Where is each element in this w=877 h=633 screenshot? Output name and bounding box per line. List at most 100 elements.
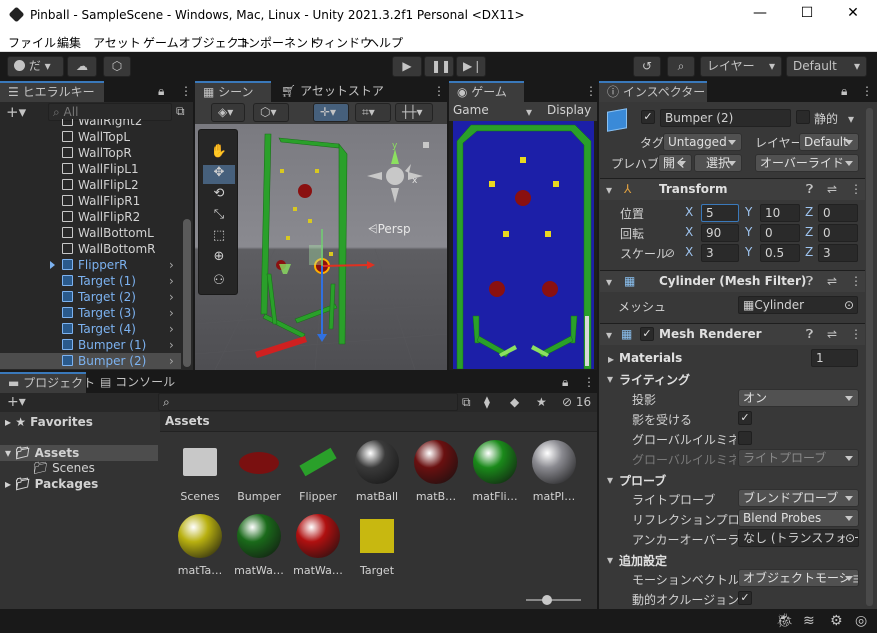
object-picker-icon[interactable]: ⊙ bbox=[844, 530, 855, 546]
prefab-override-dropdown[interactable]: オーバーライド bbox=[755, 154, 859, 172]
static-checkbox[interactable] bbox=[796, 110, 810, 124]
prefab-open-arrow-icon[interactable]: › bbox=[169, 305, 174, 321]
hierarchy-item[interactable]: Target (4) › bbox=[0, 321, 181, 337]
hierarchy-item[interactable]: WallTopR bbox=[0, 145, 181, 161]
tree-assets[interactable]: ▾ 📁︎ Assets bbox=[0, 445, 158, 461]
gizmo-toggle[interactable]: ✛▾ bbox=[313, 103, 349, 122]
tab-project[interactable]: ▬ プロジェクト bbox=[0, 372, 95, 393]
scale-y-field[interactable]: 0.5 bbox=[760, 244, 800, 262]
probes-section[interactable]: プローブ bbox=[619, 472, 666, 489]
filter-label-icon[interactable]: ◆ bbox=[510, 396, 519, 408]
layers-status-icon[interactable]: ≋ bbox=[803, 614, 815, 628]
position-x-field[interactable]: 5 bbox=[701, 204, 739, 222]
tool-rotate-icon[interactable]: ⟲ bbox=[203, 186, 235, 205]
hidden-packages-icon[interactable]: ⊘ 16 bbox=[562, 396, 591, 408]
help-icon[interactable]: ❓︎ bbox=[806, 275, 813, 287]
create-icon[interactable]: +▾ bbox=[7, 395, 26, 409]
lighting-section[interactable]: ライティング bbox=[619, 371, 690, 388]
materials-count-field[interactable]: 1 bbox=[811, 349, 858, 367]
bug-icon[interactable]: 🐞︎ bbox=[776, 614, 794, 628]
presets-icon[interactable]: ⇌ bbox=[827, 328, 837, 340]
hierarchy-item[interactable]: WallRight2 bbox=[0, 119, 181, 129]
hierarchy-item[interactable]: Target (3) › bbox=[0, 305, 181, 321]
asset-item[interactable]: Bumper bbox=[229, 440, 289, 503]
filter-type-icon[interactable]: ⧫ bbox=[484, 396, 490, 408]
draw-mode-dropdown[interactable]: ◈▾ bbox=[211, 103, 245, 122]
zoom-slider-handle[interactable] bbox=[542, 595, 552, 605]
prefab-open-arrow-icon[interactable]: › bbox=[169, 289, 174, 305]
display-dropdown[interactable]: Display bbox=[547, 103, 591, 117]
game-view-dropdown[interactable]: Game bbox=[453, 103, 489, 117]
position-y-field[interactable]: 10 bbox=[760, 204, 800, 222]
hierarchy-scrollbar[interactable] bbox=[183, 219, 191, 367]
prefab-open-arrow-icon[interactable]: › bbox=[169, 337, 174, 353]
hierarchy-item[interactable]: Bumper (2) › bbox=[0, 353, 181, 369]
project-search-input[interactable]: ⌕ bbox=[158, 393, 458, 411]
dynamic-occlusion-checkbox[interactable]: ✓ bbox=[738, 591, 752, 605]
reflection-probes-dropdown[interactable]: Blend Probes bbox=[738, 509, 859, 527]
foldout-arrow-icon[interactable]: ▾ bbox=[606, 184, 612, 196]
cloud-button[interactable]: ☁ bbox=[67, 56, 97, 77]
object-picker-icon[interactable]: ⊙ bbox=[844, 297, 854, 313]
play-button[interactable]: ▶ bbox=[392, 56, 422, 77]
tool-view-icon[interactable]: ✋ bbox=[203, 144, 235, 163]
more-menu-icon[interactable]: ⋮ bbox=[850, 183, 862, 195]
additional-settings-section[interactable]: 追加設定 bbox=[619, 552, 667, 569]
history-button[interactable]: ↺ bbox=[633, 56, 661, 77]
mesh-field[interactable]: ▦Cylinder ⊙ bbox=[738, 296, 858, 314]
tab-console[interactable]: ▤ コンソール bbox=[92, 372, 183, 393]
help-icon[interactable]: ❓︎ bbox=[806, 328, 813, 340]
layer-dropdown[interactable]: Default bbox=[799, 133, 859, 151]
tree-favorites[interactable]: ▸ ★ Favorites bbox=[5, 414, 93, 430]
prefab-open-arrow-icon[interactable]: › bbox=[169, 257, 174, 273]
maximize-button[interactable]: ☐ bbox=[792, 5, 822, 21]
more-menu-icon[interactable]: ⋮ bbox=[861, 85, 873, 97]
motion-vectors-dropdown[interactable]: オブジェクトモーションベ bbox=[738, 569, 859, 587]
menu-window[interactable]: ウィンドウ bbox=[312, 34, 372, 51]
mesh-renderer-header[interactable]: ▾ ▦ ✓ Mesh Renderer ❓︎ ⇌ ⋮ bbox=[600, 323, 865, 345]
layout-dropdown[interactable]: Default ▾ bbox=[786, 56, 867, 77]
menu-component[interactable]: コンポーネント bbox=[236, 34, 320, 51]
prefab-select-button[interactable]: 選択 bbox=[694, 154, 742, 172]
more-menu-icon[interactable]: ⋮ bbox=[433, 85, 445, 97]
scale-z-field[interactable]: 3 bbox=[818, 244, 858, 262]
check-icon[interactable]: ◎ bbox=[855, 614, 867, 628]
hierarchy-item[interactable]: Target (2) › bbox=[0, 289, 181, 305]
account-dropdown[interactable]: だ ▾ bbox=[7, 56, 64, 77]
grid-toggle[interactable]: ┼┼▾ bbox=[395, 103, 433, 122]
favorite-star-icon[interactable]: ★ bbox=[536, 396, 547, 408]
zoom-slider[interactable] bbox=[526, 595, 581, 605]
foldout-arrow-icon[interactable]: ▸ bbox=[608, 353, 614, 365]
hierarchy-item[interactable]: Target (1) › bbox=[0, 273, 181, 289]
tree-scenes[interactable]: 📁︎ Scenes bbox=[33, 460, 95, 476]
asset-item[interactable]: matB… bbox=[406, 440, 466, 503]
game-viewport[interactable] bbox=[453, 121, 594, 370]
static-dropdown-icon[interactable]: ▾ bbox=[848, 113, 854, 125]
menu-gameobject[interactable]: ゲームオブジェクト bbox=[143, 34, 251, 51]
more-menu-icon[interactable]: ⋮ bbox=[850, 275, 862, 287]
tab-game[interactable]: ◉ ゲーム bbox=[449, 81, 524, 102]
hierarchy-item[interactable]: WallBottomL bbox=[0, 225, 181, 241]
foldout-arrow-icon[interactable]: ▾ bbox=[607, 554, 613, 566]
snap-toggle[interactable]: ⌗▾ bbox=[355, 103, 391, 122]
presets-icon[interactable]: ⇌ bbox=[827, 183, 837, 195]
asset-item[interactable]: matWa… bbox=[288, 514, 348, 577]
prefab-open-arrow-icon[interactable]: › bbox=[169, 273, 174, 289]
rotation-y-field[interactable]: 0 bbox=[760, 224, 800, 242]
gi-checkbox[interactable] bbox=[738, 431, 752, 445]
light-probes-dropdown[interactable]: ブレンドプローブ bbox=[738, 489, 859, 507]
presets-icon[interactable]: ⇌ bbox=[827, 275, 837, 287]
breadcrumb-assets[interactable]: Assets bbox=[165, 414, 210, 428]
search-options-icon[interactable]: ⧉ bbox=[462, 396, 471, 408]
active-checkbox[interactable]: ✓ bbox=[641, 110, 655, 124]
foldout-arrow-icon[interactable]: ▾ bbox=[607, 474, 613, 486]
object-name-input[interactable]: Bumper (2) bbox=[660, 109, 791, 127]
tool-scale-icon[interactable]: ⤡ bbox=[203, 207, 235, 226]
persp-label[interactable]: ⩤Persp bbox=[368, 222, 411, 237]
asset-item[interactable]: matPl… bbox=[524, 440, 584, 503]
tab-scene[interactable]: ▦ シーン bbox=[195, 81, 271, 102]
lock-icon[interactable]: 🔒︎ bbox=[562, 376, 568, 388]
menu-assets[interactable]: アセット bbox=[93, 34, 141, 51]
menu-file[interactable]: ファイル bbox=[8, 34, 56, 51]
tool-transform-icon[interactable]: ⊕ bbox=[203, 249, 235, 268]
